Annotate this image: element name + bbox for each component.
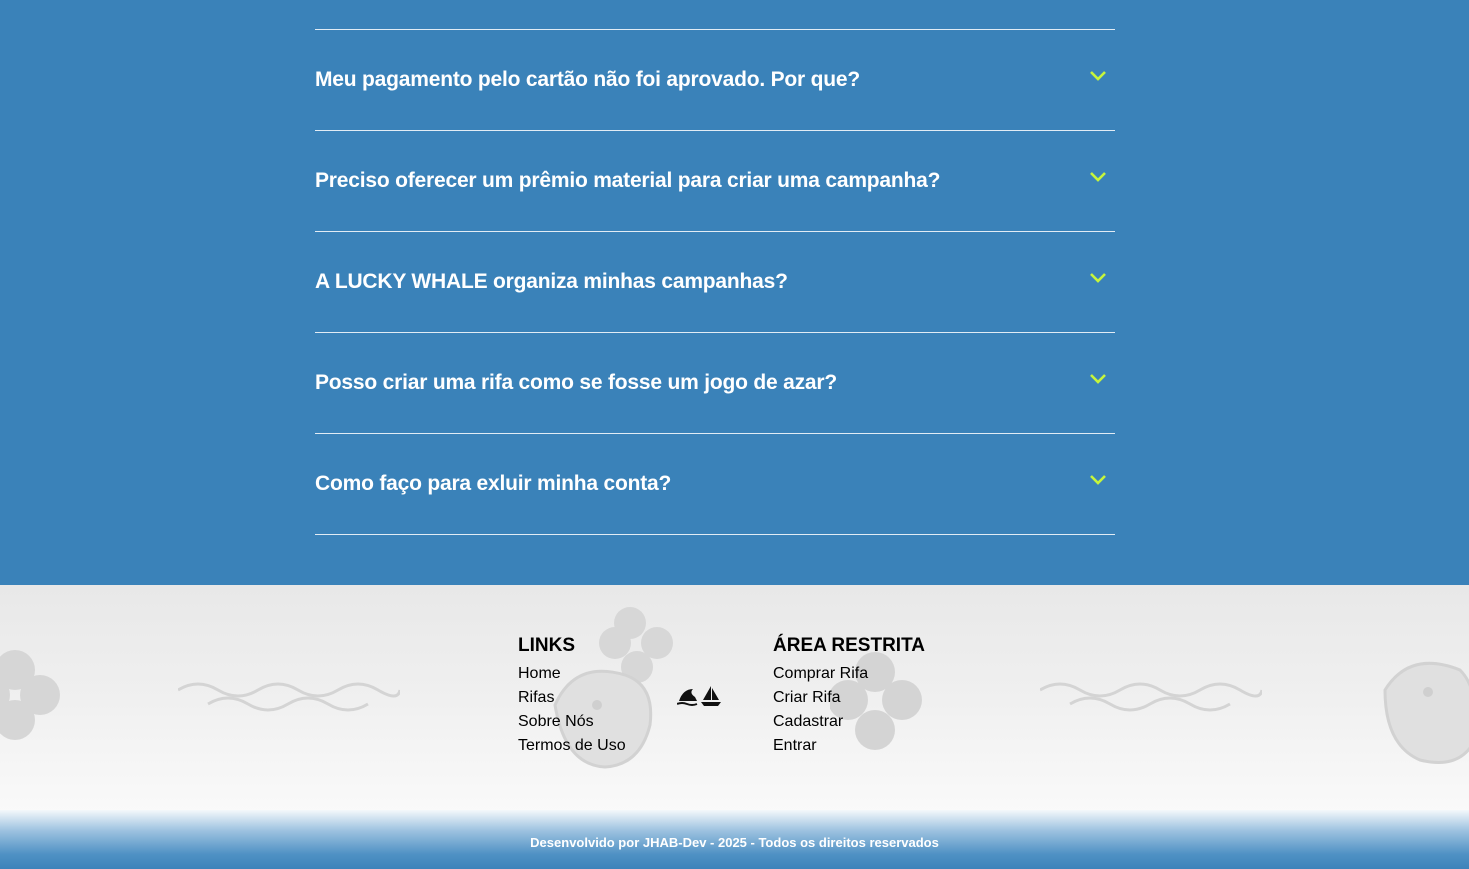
chevron-down-icon[interactable] [1089, 171, 1107, 183]
footer-link-home[interactable]: Home [518, 662, 626, 686]
faq-list: Meu pagamento pelo cartão não foi aprova… [315, 29, 1115, 535]
chevron-down-icon[interactable] [1089, 474, 1107, 486]
sailboat-icons [677, 686, 721, 706]
chevron-down-icon[interactable] [1089, 373, 1107, 385]
footer-link-rifas[interactable]: Rifas [518, 686, 626, 710]
faq-question: Preciso oferecer um prêmio material para… [315, 169, 941, 192]
links-heading: LINKS [518, 635, 575, 656]
faq-item[interactable]: A LUCKY WHALE organiza minhas campanhas? [315, 232, 1115, 333]
footer-link-comprar-rifa[interactable]: Comprar Rifa [773, 662, 925, 686]
faq-item[interactable]: Meu pagamento pelo cartão não foi aprova… [315, 30, 1115, 131]
links-column: LINKS Home Rifas Sobre Nós Termos de Uso [518, 635, 626, 758]
clover-decoration-icon [0, 650, 60, 740]
chevron-down-icon[interactable] [1089, 70, 1107, 82]
faq-question: A LUCKY WHALE organiza minhas campanhas? [315, 270, 788, 293]
faq-item[interactable]: Como faço para exluir minha conta? [315, 434, 1115, 535]
faq-question: Como faço para exluir minha conta? [315, 472, 672, 495]
faq-question: Posso criar uma rifa como se fosse um jo… [315, 371, 837, 394]
footer-link-cadastrar[interactable]: Cadastrar [773, 710, 925, 734]
faq-question: Meu pagamento pelo cartão não foi aprova… [315, 68, 861, 91]
copyright-bar: Desenvolvido por JHAB-Dev - 2025 - Todos… [0, 810, 1469, 869]
waves-decoration-icon [178, 682, 400, 712]
footer-link-entrar[interactable]: Entrar [773, 734, 925, 758]
restricted-column: ÁREA RESTRITA Comprar Rifa Criar Rifa Ca… [773, 635, 925, 758]
restricted-heading: ÁREA RESTRITA [773, 635, 925, 656]
footer-link-criar-rifa[interactable]: Criar Rifa [773, 686, 925, 710]
chevron-down-icon[interactable] [1089, 272, 1107, 284]
footer-link-sobre-nos[interactable]: Sobre Nós [518, 710, 626, 734]
faq-item[interactable]: Posso criar uma rifa como se fosse um jo… [315, 333, 1115, 434]
footer-link-termos-de-uso[interactable]: Termos de Uso [518, 734, 626, 758]
faq-section: Meu pagamento pelo cartão não foi aprova… [0, 0, 1469, 585]
whale-decoration-icon [1383, 661, 1469, 764]
faq-item[interactable]: Preciso oferecer um prêmio material para… [315, 131, 1115, 232]
copyright-text: Desenvolvido por JHAB-Dev - 2025 - Todos… [530, 835, 939, 850]
waves-decoration-icon [1040, 682, 1262, 712]
footer: LINKS Home Rifas Sobre Nós Termos de Uso… [0, 585, 1469, 815]
